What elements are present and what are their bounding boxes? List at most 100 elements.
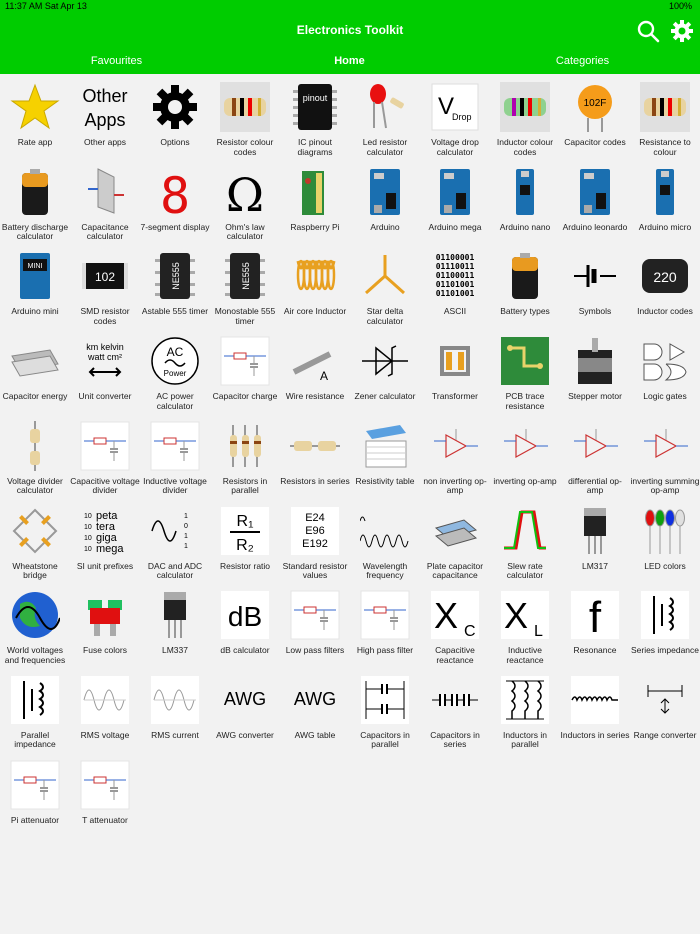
tool-item-resistors-in-parallel[interactable]: Resistors in parallel (210, 417, 280, 501)
tool-item-capacitive-voltage-divider[interactable]: Capacitive voltage divider (70, 417, 140, 501)
tool-item-resistor-colour-codes[interactable]: Resistor colour codes (210, 78, 280, 162)
tool-item-differential-op-amp[interactable]: differential op-amp (560, 417, 630, 501)
tool-item-resistors-in-series[interactable]: Resistors in series (280, 417, 350, 501)
tool-item-inverting-summing-op-amp[interactable]: inverting summing op-amp (630, 417, 700, 501)
tool-item-led-resistor-calculator[interactable]: Led resistor calculator (350, 78, 420, 162)
tool-item-astable-555-timer[interactable]: NE555 Astable 555 timer (140, 247, 210, 331)
tool-item-low-pass-filters[interactable]: Low pass filters (280, 586, 350, 670)
tool-item-voltage-divider-calculator[interactable]: Voltage divider calculator (0, 417, 70, 501)
tool-item-raspberry-pi[interactable]: Raspberry Pi (280, 163, 350, 247)
tool-item-dac-and-adc-calculator[interactable]: 1 0 1 1 DAC and ADC calculator (140, 502, 210, 586)
tool-item-world-voltages-and-frequencies[interactable]: World voltages and frequencies (0, 586, 70, 670)
tool-item-high-pass-filter[interactable]: High pass filter (350, 586, 420, 670)
tool-item-inductor-codes[interactable]: 220 Inductor codes (630, 247, 700, 331)
svg-text:MINI: MINI (28, 263, 43, 270)
tool-item-si-unit-prefixes[interactable]: 10 peta 10 tera 10 giga 10 mega SI unit prefixes (70, 502, 140, 586)
tool-item-inductor-colour-codes[interactable]: Inductor colour codes (490, 78, 560, 162)
seven-segment-icon: 8 (150, 167, 200, 217)
tool-item-inverting-op-amp[interactable]: inverting op-amp (490, 417, 560, 501)
impedance-icon (10, 675, 60, 725)
tool-item-logic-gates[interactable]: Logic gates (630, 332, 700, 416)
tool-item-7-segment-display[interactable]: 8 7-segment display (140, 163, 210, 247)
gear-icon (150, 82, 200, 132)
tool-item-standard-resistor-values[interactable]: E24 E96 E192 Standard resistor values (280, 502, 350, 586)
tool-item-unit-converter[interactable]: km kelvin watt cm² Unit converter (70, 332, 140, 416)
tool-item-inductors-in-parallel[interactable]: Inductors in parallel (490, 671, 560, 755)
tool-item-plate-capacitor-capacitance[interactable]: Plate capacitor capacitance (420, 502, 490, 586)
tab-home[interactable]: Home (233, 55, 466, 67)
tool-item-lm337[interactable]: LM337 (140, 586, 210, 670)
tool-item-arduino-mini[interactable]: MINI Arduino mini (0, 247, 70, 331)
tool-item-wire-resistance[interactable]: A Wire resistance (280, 332, 350, 416)
tool-item-inductive-voltage-divider[interactable]: Inductive voltage divider (140, 417, 210, 501)
tool-item-pi-attenuator[interactable]: Pi attenuator (0, 756, 70, 840)
tool-item-awg-table[interactable]: AWG AWG table (280, 671, 350, 755)
tool-item-series-impedance[interactable]: Series impedance (630, 586, 700, 670)
tool-item-slew-rate-calculator[interactable]: Slew rate calculator (490, 502, 560, 586)
tool-item-arduino-micro[interactable]: Arduino micro (630, 163, 700, 247)
svg-text:AWG: AWG (224, 689, 266, 709)
tool-item-ac-power-calculator[interactable]: AC Power AC power calculator (140, 332, 210, 416)
tool-item-lm317[interactable]: LM317 (560, 502, 630, 586)
tool-item-ascii[interactable]: 01100001 01110011 01100011 01101001 01101001… (420, 247, 490, 331)
svg-text:dB: dB (228, 601, 262, 632)
tool-item-ohm-s-law-calculator[interactable]: Ω Ohm's law calculator (210, 163, 280, 247)
tool-item-ic-pinout-diagrams[interactable]: pinout IC pinout diagrams (280, 78, 350, 162)
wire-icon: A (290, 336, 340, 386)
tool-item-t-attenuator[interactable]: T attenuator (70, 756, 140, 840)
tool-item-capacitors-in-series[interactable]: Capacitors in series (420, 671, 490, 755)
tool-item-stepper-motor[interactable]: Stepper motor (560, 332, 630, 416)
tool-item-arduino-mega[interactable]: Arduino mega (420, 163, 490, 247)
tool-item-options[interactable]: Options (140, 78, 210, 162)
tool-item-voltage-drop-calculator[interactable]: V Drop Voltage drop calculator (420, 78, 490, 162)
tool-item-arduino-nano[interactable]: Arduino nano (490, 163, 560, 247)
tab-favourites[interactable]: Favourites (0, 55, 233, 67)
tool-item-zener-calculator[interactable]: Zener calculator (350, 332, 420, 416)
search-icon[interactable] (636, 19, 660, 43)
tool-item-resistor-ratio[interactable]: R₁ R₂ Resistor ratio (210, 502, 280, 586)
tool-item-inductive-reactance[interactable]: X L Inductive reactance (490, 586, 560, 670)
tool-item-battery-discharge-calculator[interactable]: Battery discharge calculator (0, 163, 70, 247)
tool-item-capacitor-codes[interactable]: 102F Capacitor codes (560, 78, 630, 162)
status-battery: 100% (668, 1, 692, 11)
tool-item-fuse-colors[interactable]: Fuse colors (70, 586, 140, 670)
tool-item-capacitors-in-parallel[interactable]: Capacitors in parallel (350, 671, 420, 755)
tool-item-capacitor-charge[interactable]: Capacitor charge (210, 332, 280, 416)
tool-item-symbols[interactable]: Symbols (560, 247, 630, 331)
tool-item-other-apps[interactable]: Other Apps Other apps (70, 78, 140, 162)
tool-item-non-inverting-op-amp[interactable]: non inverting op-amp (420, 417, 490, 501)
tool-item-inductors-in-series[interactable]: Inductors in series (560, 671, 630, 755)
tool-item-air-core-inductor[interactable]: Air core Inductor (280, 247, 350, 331)
tool-item-rms-current[interactable]: RMS current (140, 671, 210, 755)
tool-item-awg-converter[interactable]: AWG AWG converter (210, 671, 280, 755)
tool-item-db-calculator[interactable]: dB dB calculator (210, 586, 280, 670)
tool-item-resistance-to-colour[interactable]: Resistance to colour (630, 78, 700, 162)
tool-item-rate-app[interactable]: Rate app (0, 78, 70, 162)
tool-item-capacitance-calculator[interactable]: Capacitance calculator (70, 163, 140, 247)
tool-item-arduino[interactable]: Arduino (350, 163, 420, 247)
tool-item-parallel-impedance[interactable]: Parallel impedance (0, 671, 70, 755)
tool-item-wheatstone-bridge[interactable]: Wheatstone bridge (0, 502, 70, 586)
tool-item-monostable-555-timer[interactable]: NE555 Monostable 555 timer (210, 247, 280, 331)
tool-item-star-delta-calculator[interactable]: Star delta calculator (350, 247, 420, 331)
tool-item-resonance[interactable]: f Resonance (560, 586, 630, 670)
tool-item-smd-resistor-codes[interactable]: 102 SMD resistor codes (70, 247, 140, 331)
tab-bar: Favourites Home Categories (0, 50, 700, 74)
tool-item-led-colors[interactable]: LED colors (630, 502, 700, 586)
tool-item-transformer[interactable]: Transformer (420, 332, 490, 416)
tool-item-range-converter[interactable]: Range converter (630, 671, 700, 755)
svg-text:102: 102 (95, 270, 115, 284)
tool-item-pcb-trace-resistance[interactable]: PCB trace resistance (490, 332, 560, 416)
tool-item-capacitive-reactance[interactable]: X C Capacitive reactance (420, 586, 490, 670)
tool-item-battery-types[interactable]: Battery types (490, 247, 560, 331)
tool-item-wavelength-frequency[interactable]: Wavelength frequency (350, 502, 420, 586)
tool-item-capacitor-energy[interactable]: Capacitor energy (0, 332, 70, 416)
tool-item-arduino-leonardo[interactable]: Arduino leonardo (560, 163, 630, 247)
gear-icon[interactable] (670, 19, 694, 43)
tool-item-rms-voltage[interactable]: RMS voltage (70, 671, 140, 755)
tool-item-resistivity-table[interactable]: Resistivity table (350, 417, 420, 501)
capacitor-energy-icon (10, 336, 60, 386)
symbols-icon (570, 251, 620, 301)
tab-categories[interactable]: Categories (466, 55, 699, 67)
svg-text:220: 220 (653, 269, 677, 285)
